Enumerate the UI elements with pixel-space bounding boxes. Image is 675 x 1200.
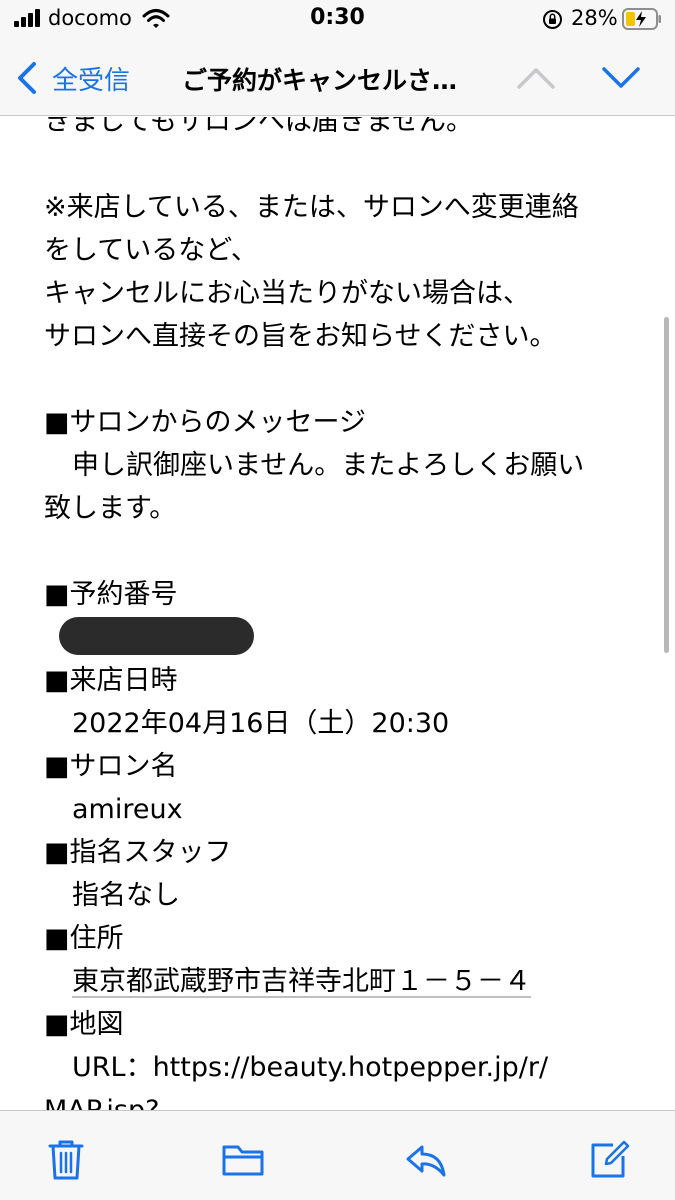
- note-line-1: ※来店している、または、サロンへ変更連絡: [44, 192, 579, 223]
- note-line-4: サロンへ直接その旨をお知らせください。: [44, 321, 557, 352]
- bullet-square: ■: [44, 579, 70, 610]
- folder-icon[interactable]: [221, 1137, 265, 1181]
- address-link[interactable]: 東京都武蔵野市吉祥寺北町１－５－４: [72, 964, 531, 1000]
- bullet-square: ■: [44, 923, 70, 954]
- bullet-square: ■: [44, 837, 70, 868]
- back-button[interactable]: 全受信: [14, 58, 130, 98]
- bullet-square: ■: [44, 665, 70, 696]
- body-line-cut: きましてもサロンへは届きません。: [44, 117, 474, 137]
- bottom-toolbar: [0, 1110, 675, 1200]
- message-heading: ■サロンからのメッセージ: [44, 405, 366, 441]
- message-line-2: 致します。: [44, 493, 177, 524]
- bullet-square: ■: [44, 751, 70, 782]
- message-title: ご予約がキャンセルさ…: [182, 66, 458, 95]
- next-message-icon[interactable]: [601, 62, 641, 92]
- rotation-lock-icon: [543, 10, 562, 29]
- reply-icon[interactable]: [404, 1137, 448, 1181]
- map-heading: ■地図: [44, 1007, 124, 1043]
- battery-charging-icon: [622, 8, 661, 30]
- visit-heading: ■来店日時: [44, 663, 178, 699]
- bullet-square: ■: [44, 1009, 70, 1040]
- previous-message-icon[interactable]: [516, 62, 556, 92]
- message-line-1: 申し訳御座いません。またよろしくお願い: [72, 450, 585, 481]
- nav-bar: 全受信 ご予約がキャンセルさ…: [0, 40, 675, 116]
- map-url-link-cut[interactable]: MAP.jsp?: [44, 1093, 159, 1110]
- back-label: 全受信: [52, 65, 131, 96]
- note-line-2: をしているなど、: [44, 235, 258, 266]
- booking-number-heading: ■予約番号: [44, 577, 178, 613]
- salon-heading: ■サロン名: [44, 749, 178, 785]
- message-heading-label: サロンからのメッセージ: [69, 407, 366, 438]
- address-heading: ■住所: [44, 921, 124, 957]
- address-label: 住所: [69, 923, 124, 954]
- staff-label: 指名スタッフ: [69, 837, 232, 868]
- booking-number-label: 予約番号: [69, 579, 178, 610]
- compose-icon[interactable]: [587, 1137, 631, 1181]
- redacted-booking-number: [59, 617, 254, 655]
- note-line-3: キャンセルにお心当たりがない場合は、: [44, 278, 530, 309]
- status-bar: docomo 0:30 28%: [0, 0, 675, 40]
- scrollbar[interactable]: [664, 317, 669, 653]
- mail-body[interactable]: きましてもサロンへは届きません。 ※来店している、または、サロンへ変更連絡 をし…: [0, 117, 675, 1110]
- back-chevron-icon: [18, 62, 36, 94]
- salon-value: amireux: [72, 794, 183, 825]
- staff-heading: ■指名スタッフ: [44, 835, 232, 871]
- staff-value: 指名なし: [72, 880, 180, 911]
- battery-percent: 28%: [571, 6, 618, 30]
- visit-label: 来店日時: [69, 665, 178, 696]
- salon-label: サロン名: [69, 751, 178, 782]
- trash-icon[interactable]: [44, 1137, 88, 1181]
- visit-value: 2022年04月16日（土）20:30: [72, 708, 450, 739]
- map-label: 地図: [69, 1009, 124, 1040]
- bullet-square: ■: [44, 407, 70, 438]
- map-url-link[interactable]: URL：https://beauty.hotpepper.jp/r/: [72, 1050, 548, 1086]
